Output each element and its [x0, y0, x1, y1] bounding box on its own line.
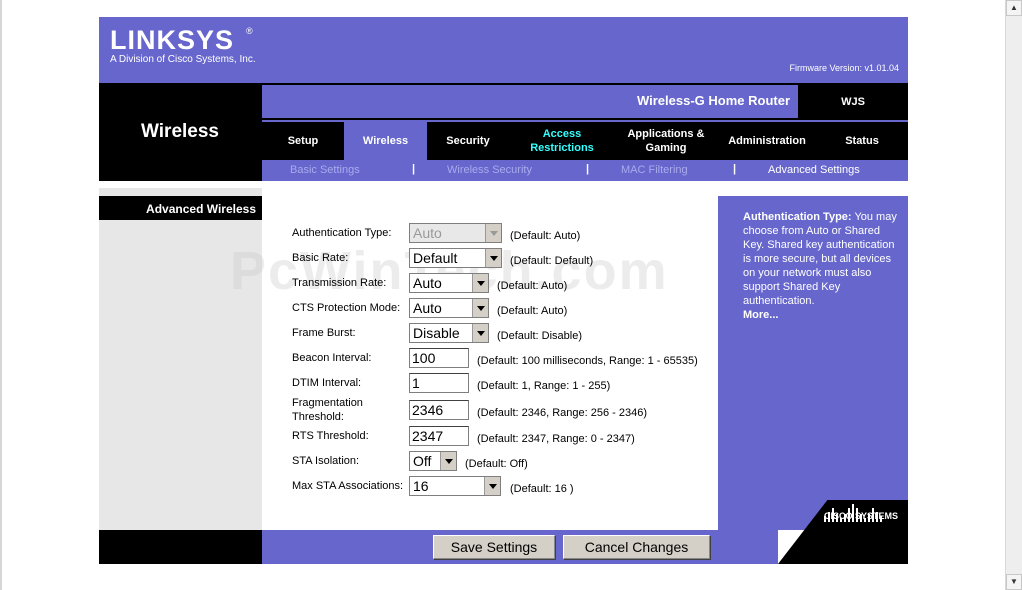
auth-type-label: Authentication Type:: [292, 227, 392, 239]
subnav-mac-filtering[interactable]: MAC Filtering: [621, 164, 688, 176]
chevron-down-icon: [485, 224, 501, 242]
cts-protection-label: CTS Protection Mode:: [292, 302, 401, 314]
cts-protection-default: (Default: Auto): [497, 305, 568, 317]
tab-administration[interactable]: Administration: [720, 122, 814, 160]
scroll-down-icon[interactable]: ▼: [1006, 574, 1022, 590]
sta-isolation-default: (Default: Off): [465, 458, 528, 470]
rts-threshold-default: (Default: 2347, Range: 0 - 2347): [477, 433, 635, 445]
window-left-border: [0, 0, 2, 590]
basic-rate-select[interactable]: Default: [409, 248, 502, 268]
linksys-logo: LINKSYS: [110, 25, 235, 55]
cancel-changes-button[interactable]: Cancel Changes: [563, 535, 710, 559]
frame-burst-select[interactable]: Disable: [409, 323, 489, 343]
subnav-separator: |: [586, 163, 590, 175]
scroll-up-icon[interactable]: ▲: [1006, 0, 1022, 16]
beacon-interval-default: (Default: 100 milliseconds, Range: 1 - 6…: [477, 355, 698, 367]
help-body: You may choose from Auto or Shared Key. …: [743, 211, 897, 307]
fragmentation-label-line1: Fragmentation: [292, 397, 363, 409]
firmware-version: Firmware Version: v1.01.04: [789, 63, 899, 73]
dtim-interval-default: (Default: 1, Range: 1 - 255): [477, 380, 611, 392]
tab-status[interactable]: Status: [822, 122, 902, 160]
subnav-wireless-security[interactable]: Wireless Security: [447, 164, 532, 176]
subnav-basic-settings[interactable]: Basic Settings: [290, 164, 360, 176]
product-name: Wireless-G Home Router: [636, 93, 790, 108]
section-title: Wireless: [141, 121, 219, 142]
max-sta-label: Max STA Associations:: [292, 480, 404, 492]
save-settings-button[interactable]: Save Settings: [433, 535, 555, 559]
logo-registered-mark: ®: [246, 26, 253, 36]
tab-applications-gaming[interactable]: Applications & Gaming: [617, 122, 715, 160]
logo-subtitle: A Division of Cisco Systems, Inc.: [110, 54, 256, 65]
frame-burst-label: Frame Burst:: [292, 327, 356, 339]
dtim-interval-label: DTIM Interval:: [292, 377, 362, 389]
help-title: Authentication Type:: [743, 211, 852, 223]
sta-isolation-label: STA Isolation:: [292, 455, 360, 467]
transmission-rate-default: (Default: Auto): [497, 280, 568, 292]
transmission-rate-select[interactable]: Auto: [409, 273, 489, 293]
sidebar-label: Advanced Wireless: [146, 202, 256, 216]
sta-isolation-select[interactable]: Off: [409, 451, 457, 471]
footer-left: [99, 530, 262, 564]
subnav-separator: |: [412, 163, 416, 175]
tab-setup[interactable]: Setup: [262, 122, 344, 160]
sidebar-label-bar: Advanced Wireless: [99, 196, 262, 220]
fragmentation-input[interactable]: 2346: [409, 400, 469, 420]
help-panel: Authentication Type: You may choose from…: [718, 196, 908, 530]
basic-rate-label: Basic Rate:: [292, 252, 349, 264]
router-admin-page: LINKSYS ® A Division of Cisco Systems, I…: [0, 0, 1022, 590]
auth-type-default: (Default: Auto): [510, 230, 581, 242]
auth-type-select[interactable]: Auto: [409, 223, 502, 243]
help-top-gap: [718, 188, 908, 196]
transmission-rate-label: Transmission Rate:: [292, 277, 387, 289]
subnav-separator: |: [733, 163, 737, 175]
header: LINKSYS ® A Division of Cisco Systems, I…: [99, 17, 908, 83]
chevron-down-icon: [472, 274, 488, 292]
basic-rate-default: (Default: Default): [510, 255, 594, 267]
tab-wireless[interactable]: Wireless: [344, 122, 427, 160]
chevron-down-icon: [485, 249, 501, 267]
dtim-interval-input[interactable]: 1: [409, 373, 469, 393]
max-sta-default: (Default: 16 ): [510, 483, 574, 495]
chevron-down-icon: [472, 324, 488, 342]
max-sta-select[interactable]: 16: [409, 476, 501, 496]
tab-security[interactable]: Security: [427, 122, 509, 160]
help-text: Authentication Type: You may choose from…: [743, 210, 903, 308]
rts-threshold-label: RTS Threshold:: [292, 430, 369, 442]
product-bar: Wireless-G Home Router: [262, 85, 798, 118]
rts-threshold-input[interactable]: 2347: [409, 426, 469, 446]
model-name: WJS: [841, 96, 865, 108]
tab-access-restrictions[interactable]: Access Restrictions: [515, 122, 609, 160]
chevron-down-icon: [440, 452, 456, 470]
beacon-interval-input[interactable]: 100: [409, 348, 469, 368]
frame-burst-default: (Default: Disable): [497, 330, 582, 342]
vertical-scrollbar[interactable]: ▲ ▼: [1005, 0, 1022, 590]
cts-protection-select[interactable]: Auto: [409, 298, 489, 318]
beacon-interval-label: Beacon Interval:: [292, 352, 372, 364]
fragmentation-default: (Default: 2346, Range: 256 - 2346): [477, 407, 648, 419]
fragmentation-label-line2: Threshold:: [292, 411, 344, 423]
help-more-link[interactable]: More...: [743, 309, 778, 321]
subnav-bar: Basic Settings | Wireless Security | MAC…: [262, 160, 908, 181]
chevron-down-icon: [472, 299, 488, 317]
subnav-advanced-settings[interactable]: Advanced Settings: [768, 164, 860, 176]
chevron-down-icon: [484, 477, 500, 495]
